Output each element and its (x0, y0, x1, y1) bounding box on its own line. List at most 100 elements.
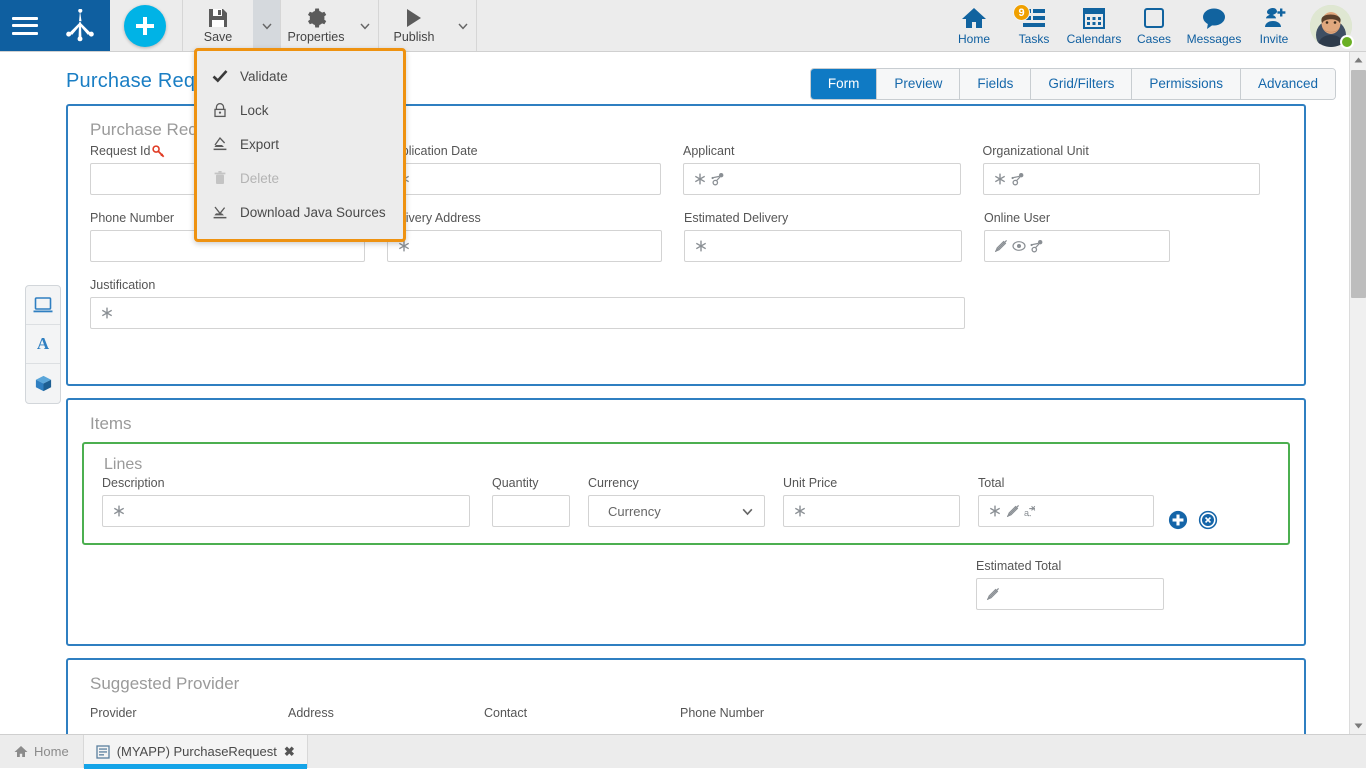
currency-select[interactable]: Currency (588, 495, 765, 527)
trash-icon (211, 170, 229, 186)
svg-text:a: a (1024, 508, 1029, 518)
publish-dropdown-caret[interactable] (449, 0, 477, 51)
application-date-input[interactable] (387, 163, 662, 195)
required-asterisk-icon (694, 239, 708, 253)
field-label: Organizational Unit (983, 144, 1089, 158)
nav-messages[interactable]: Messages (1184, 0, 1244, 51)
estimated-total-row: Estimated Total (68, 559, 1304, 626)
field-label: Estimated Total (976, 559, 1061, 573)
add-line-button[interactable] (1168, 510, 1188, 530)
publish-label: Publish (394, 30, 435, 44)
estimated-total-input[interactable] (976, 578, 1164, 610)
scroll-down-arrow[interactable] (1350, 718, 1366, 734)
cases-square-icon (1142, 6, 1166, 30)
menu-item-export[interactable]: Export (197, 127, 403, 161)
delivery-address-input[interactable] (387, 230, 662, 262)
organizational-unit-input[interactable] (983, 163, 1261, 195)
publish-button[interactable]: Publish (379, 0, 449, 51)
tasks-badge: 9 (1013, 4, 1030, 21)
tab-advanced[interactable]: Advanced (1241, 69, 1335, 99)
properties-dropdown-caret[interactable] (351, 0, 379, 51)
export-icon (211, 136, 229, 152)
required-asterisk-icon (693, 172, 707, 186)
scroll-up-arrow[interactable] (1350, 52, 1366, 68)
save-floppy-icon (207, 7, 229, 29)
description-input[interactable] (102, 495, 470, 527)
relation-icon (1030, 239, 1044, 253)
field-delivery-address: Delivery Address (387, 211, 662, 262)
tab-grid-filters[interactable]: Grid/Filters (1031, 69, 1132, 99)
key-icon (152, 145, 165, 158)
vertical-scrollbar[interactable] (1349, 52, 1366, 734)
field-label: Online User (984, 211, 1050, 225)
speech-bubble-icon (1201, 6, 1227, 30)
save-dropdown-caret[interactable] (253, 0, 281, 51)
font-letter-a-icon: A (37, 334, 49, 354)
save-button[interactable]: Save (183, 0, 253, 51)
relation-icon (1011, 172, 1025, 186)
scrollbar-thumb[interactable] (1351, 70, 1366, 298)
avatar[interactable] (1304, 0, 1358, 51)
checkmark-icon (211, 68, 229, 84)
taskbar-home-button[interactable]: Home (0, 735, 83, 768)
nav-invite[interactable]: Invite (1244, 0, 1304, 51)
total-input[interactable]: a (978, 495, 1154, 527)
nav-home-label: Home (958, 32, 990, 46)
tab-fields[interactable]: Fields (960, 69, 1031, 99)
required-asterisk-icon (793, 504, 807, 518)
formula-icon: a (1024, 504, 1038, 518)
menu-item-label: Export (240, 137, 279, 152)
field-total: Total (978, 476, 1154, 527)
nav-calendars[interactable]: Calendars (1064, 0, 1124, 51)
nav-cases[interactable]: Cases (1124, 0, 1184, 51)
lines-panel-title: Lines (84, 444, 1288, 476)
applicant-input[interactable] (683, 163, 961, 195)
taskbar-tab-purchaserequest[interactable]: (MYAPP) PurchaseRequest ✖ (83, 735, 308, 768)
field-label: Phone Number (90, 211, 174, 225)
justification-input[interactable] (90, 297, 965, 329)
new-item-button[interactable] (124, 5, 166, 47)
view-tabs: Form Preview Fields Grid/Filters Permiss… (810, 68, 1336, 100)
field-unit-price: Unit Price (783, 476, 960, 527)
readonly-pen-icon (986, 587, 1000, 601)
tab-form[interactable]: Form (811, 69, 878, 99)
tab-preview[interactable]: Preview (877, 69, 960, 99)
menu-item-validate[interactable]: Validate (197, 59, 403, 93)
global-nav: Home 9 Tasks (944, 0, 1366, 51)
field-label: Justification (90, 278, 155, 292)
nav-cases-label: Cases (1137, 32, 1171, 46)
online-user-input[interactable] (984, 230, 1170, 262)
nav-invite-label: Invite (1260, 32, 1289, 46)
close-icon[interactable]: ✖ (284, 744, 295, 760)
unit-price-input[interactable] (783, 495, 960, 527)
layout-device-button[interactable] (26, 286, 60, 325)
app-logo-icon[interactable] (61, 9, 99, 43)
download-icon (211, 204, 229, 220)
items-panel-title: Items (68, 400, 1304, 438)
nav-home[interactable]: Home (944, 0, 1004, 51)
chevron-down-icon (457, 20, 469, 32)
nav-messages-label: Messages (1187, 32, 1242, 46)
estimated-delivery-input[interactable] (684, 230, 962, 262)
field-label: Currency (588, 476, 639, 490)
suggested-provider-panel: Suggested Provider Provider Address Cont… (66, 658, 1306, 734)
relation-icon (711, 172, 725, 186)
nav-tasks[interactable]: 9 Tasks (1004, 0, 1064, 51)
taskbar-tab-label: (MYAPP) PurchaseRequest (117, 744, 277, 759)
field-label: Total (978, 476, 1004, 490)
font-settings-button[interactable]: A (26, 325, 60, 364)
field-label: Applicant (683, 144, 734, 158)
properties-button[interactable]: Properties (281, 0, 351, 51)
quantity-input[interactable] (492, 495, 570, 527)
visibility-eye-icon (1012, 239, 1026, 253)
tab-permissions[interactable]: Permissions (1132, 69, 1241, 99)
theme-3d-button[interactable] (26, 364, 60, 403)
field-label: Unit Price (783, 476, 837, 490)
menu-item-download-java-sources[interactable]: Download Java Sources (197, 195, 403, 229)
hamburger-icon[interactable] (12, 17, 38, 35)
cube-3d-icon (34, 374, 53, 393)
field-currency: Currency Currency (588, 476, 765, 527)
gear-icon (305, 7, 327, 29)
remove-line-button[interactable] (1198, 510, 1218, 530)
menu-item-lock[interactable]: Lock (197, 93, 403, 127)
